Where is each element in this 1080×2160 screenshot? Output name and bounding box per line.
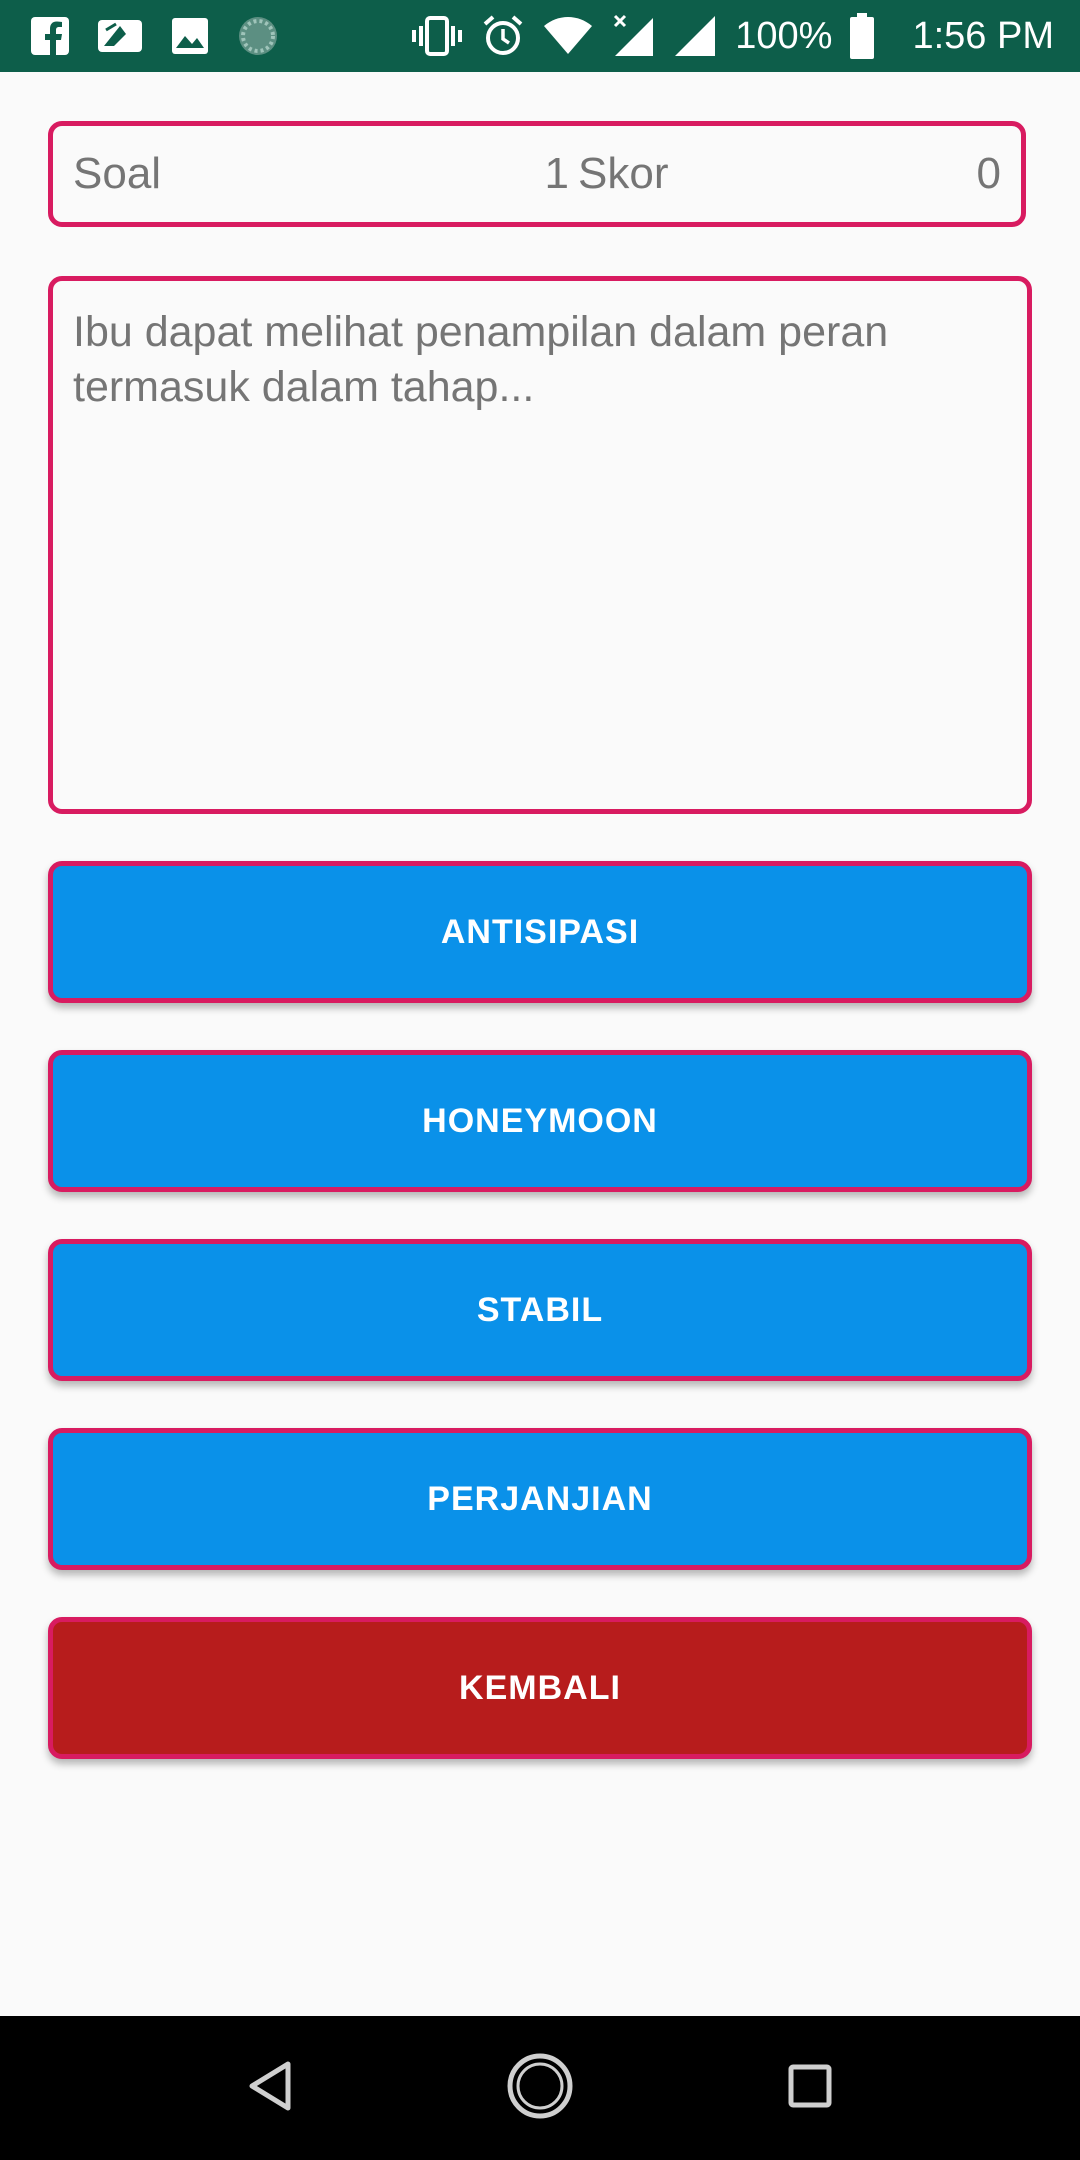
- question-text: Ibu dapat melihat penampilan dalam peran…: [73, 308, 889, 411]
- nav-home-icon: [505, 2051, 575, 2126]
- battery-icon: [850, 13, 875, 59]
- wifi-icon: [543, 16, 593, 56]
- status-time: 1:56 PM: [912, 14, 1054, 57]
- answer-button-honeymoon[interactable]: HONEYMOON: [48, 1050, 1032, 1192]
- status-bar-system: 100% 1:56 PM: [411, 0, 1054, 72]
- question-panel: Ibu dapat melihat penampilan dalam peran…: [48, 276, 1032, 814]
- gallery-icon: [170, 16, 210, 56]
- nav-back-button[interactable]: [210, 2016, 330, 2160]
- status-bar-notifications: [30, 0, 280, 72]
- app-screen: 100% 1:56 PM Soal 1 Skor 0 Ibu dapat mel…: [0, 0, 1080, 2160]
- loading-icon: [236, 14, 280, 58]
- alarm-icon: [481, 14, 525, 58]
- signal-no-data-icon: [611, 14, 655, 58]
- facebook-icon: [30, 16, 70, 56]
- score-value: 0: [976, 149, 1001, 198]
- answer-button-stabil[interactable]: STABIL: [48, 1239, 1032, 1381]
- nav-recent-button[interactable]: [750, 2016, 870, 2160]
- nav-recent-icon: [787, 2063, 833, 2114]
- nav-back-icon: [246, 2060, 294, 2117]
- question-number-label: Soal: [73, 149, 162, 198]
- back-button[interactable]: KEMBALI: [48, 1617, 1032, 1759]
- answer-button-antisipasi[interactable]: ANTISIPASI: [48, 861, 1032, 1003]
- score-label: Skor: [578, 149, 669, 198]
- status-bar: 100% 1:56 PM: [0, 0, 1080, 72]
- answer-button-perjanjian[interactable]: PERJANJIAN: [48, 1428, 1032, 1570]
- battery-percentage: 100%: [735, 14, 833, 57]
- score-panel: Soal 1 Skor 0: [48, 121, 1026, 227]
- signal-icon: [673, 14, 717, 58]
- image-edit-icon: [96, 16, 144, 56]
- question-number-value: 1: [544, 149, 569, 198]
- vibrate-icon: [411, 14, 463, 58]
- nav-home-button[interactable]: [480, 2016, 600, 2160]
- navigation-bar: [0, 2016, 1080, 2160]
